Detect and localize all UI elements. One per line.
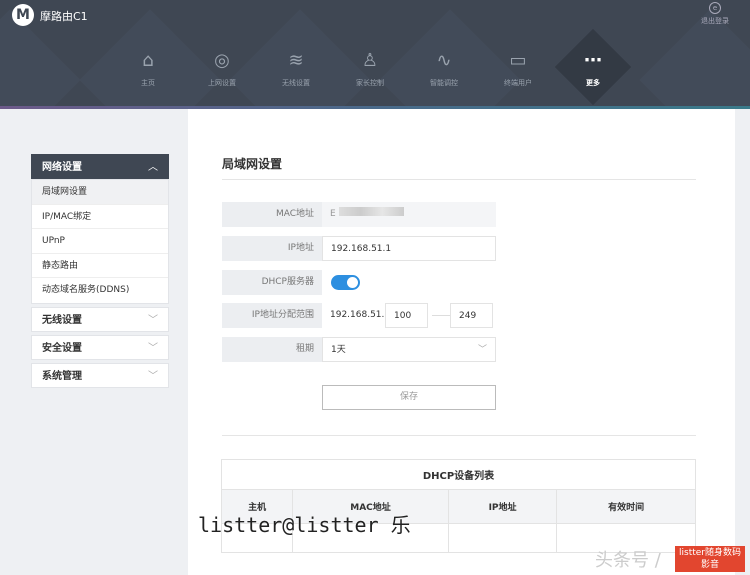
sidebar-items: 局域网设置 IP/MAC绑定 UPnP 静态路由 动态域名服务(DDNS) <box>31 179 169 304</box>
logout-label: 退出登录 <box>701 17 729 25</box>
home-icon: ⌂ <box>142 50 154 71</box>
divider <box>222 435 696 436</box>
watermark-badge: listter随身数码影音 <box>675 546 745 572</box>
mac-text: E <box>330 209 336 219</box>
nav-devices[interactable]: ▭ 终端用户 <box>488 50 548 88</box>
nav-label: 无线设置 <box>282 79 310 87</box>
lease-value: 1天 <box>331 345 346 355</box>
divider <box>222 179 696 180</box>
sidebar-item-lan[interactable]: 局域网设置 <box>32 180 168 205</box>
bg-pattern <box>0 9 81 108</box>
nav-label: 上网设置 <box>208 79 236 87</box>
nav-label: 智能调控 <box>430 79 458 87</box>
person-icon: ♙ <box>361 50 379 71</box>
sidebar-item-ddns[interactable]: 动态域名服务(DDNS) <box>32 278 168 303</box>
nav-internet[interactable]: ◎ 上网设置 <box>192 50 252 88</box>
brand-name: 摩路由C1 <box>40 10 88 23</box>
wifi-icon: ≋ <box>288 50 304 71</box>
logout-button[interactable]: e 退出登录 <box>695 2 735 26</box>
sidebar-group-system[interactable]: 系统管理 ﹀ <box>31 362 169 388</box>
nav-label: 更多 <box>586 79 600 87</box>
chevron-down-icon: ﹀ <box>148 370 158 382</box>
col-ip: IP地址 <box>447 489 558 524</box>
chevron-down-icon: ﹀ <box>148 314 158 326</box>
mac-value: E <box>322 202 496 227</box>
ip-row: IP地址 192.168.51.1 <box>222 236 496 261</box>
ip-label: IP地址 <box>222 236 322 261</box>
mac-label: MAC地址 <box>222 202 322 227</box>
globe-icon: ◎ <box>214 50 230 71</box>
logout-icon: e <box>709 2 721 14</box>
sidebar-item-ip-mac[interactable]: IP/MAC绑定 <box>32 205 168 230</box>
lease-label: 租期 <box>222 337 322 362</box>
nav-label: 终端用户 <box>504 79 532 87</box>
nav-home[interactable]: ⌂ 主页 <box>118 50 178 88</box>
nav-label: 家长控制 <box>356 79 384 87</box>
chevron-down-icon: ﹀ <box>148 342 158 354</box>
lease-row: 租期 1天 ﹀ <box>222 337 496 362</box>
chevron-down-icon: ﹀ <box>477 345 487 355</box>
sidebar-group-network[interactable]: 网络设置 ︿ <box>31 154 169 179</box>
more-icon: ⋯ <box>584 50 602 71</box>
col-expiry: 有效时间 <box>556 489 696 524</box>
group-label: 无线设置 <box>42 314 82 326</box>
range-start-input[interactable]: 100 <box>385 303 428 328</box>
range-prefix: 192.168.51. <box>330 310 385 320</box>
range-dash <box>432 315 452 316</box>
lease-select[interactable]: 1天 ﹀ <box>322 337 496 362</box>
dhcp-toggle[interactable] <box>331 275 360 290</box>
watermark: 头条号 / <box>595 550 661 571</box>
watermark: listter@listter 乐 <box>198 513 411 537</box>
devices-icon: ▭ <box>509 50 527 71</box>
range-end-input[interactable]: 249 <box>450 303 493 328</box>
blurred-mac <box>338 207 404 216</box>
top-header: M 摩路由C1 e 退出登录 ⌂ 主页 ◎ 上网设置 ≋ 无线设置 ♙ 家长控制 ∿ 智能调… <box>0 0 750 108</box>
mac-row: MAC地址 E <box>222 202 496 227</box>
motorola-logo: M <box>12 4 34 26</box>
nav-more[interactable]: ⋯ 更多 <box>563 50 623 88</box>
save-button[interactable]: 保存 <box>322 385 496 410</box>
dhcp-device-table: DHCP设备列表 主机 MAC地址 IP地址 有效时间 <box>220 459 696 553</box>
sidebar-group-wireless[interactable]: 无线设置 ﹀ <box>31 306 169 332</box>
dhcp-row: DHCP服务器 <box>222 270 496 295</box>
group-label: 系统管理 <box>42 370 82 382</box>
dhcp-label: DHCP服务器 <box>222 270 322 295</box>
sidebar: 网络设置 ︿ 局域网设置 IP/MAC绑定 UPnP 静态路由 动态域名服务(DD… <box>31 154 169 391</box>
page-title: 局域网设置 <box>222 157 283 171</box>
nav-label: 主页 <box>141 79 155 87</box>
ip-input[interactable]: 192.168.51.1 <box>322 236 496 261</box>
nav-wireless[interactable]: ≋ 无线设置 <box>266 50 326 88</box>
range-label: IP地址分配范围 <box>222 303 322 328</box>
chevron-up-icon: ︿ <box>148 162 158 173</box>
nav-parental[interactable]: ♙ 家长控制 <box>340 50 400 88</box>
nav-smart-control[interactable]: ∿ 智能调控 <box>414 50 474 88</box>
pulse-icon: ∿ <box>436 50 452 71</box>
table-title: DHCP设备列表 <box>221 459 696 490</box>
sidebar-item-upnp[interactable]: UPnP <box>32 229 168 254</box>
group-label: 网络设置 <box>42 162 82 173</box>
group-label: 安全设置 <box>42 342 82 354</box>
sidebar-group-security[interactable]: 安全设置 ﹀ <box>31 334 169 360</box>
range-row: IP地址分配范围 192.168.51. 100 249 <box>222 303 496 328</box>
sidebar-item-static-route[interactable]: 静态路由 <box>32 254 168 279</box>
